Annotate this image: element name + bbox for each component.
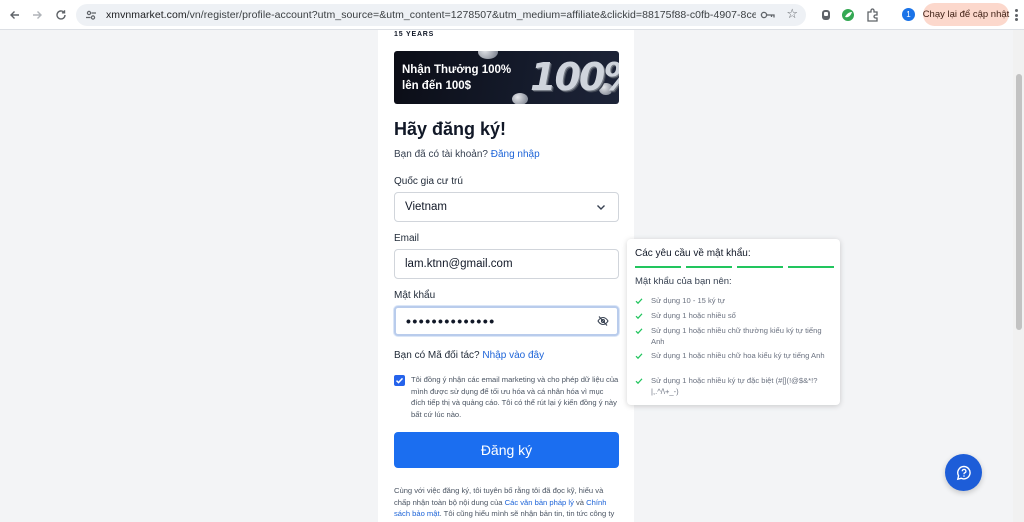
email-field[interactable]: lam.ktnn@gmail.com [394, 249, 619, 279]
update-label: Chạy lại để cập nhật [922, 9, 1010, 20]
scrollbar-thumb[interactable] [1016, 74, 1022, 330]
register-button[interactable]: Đăng ký [394, 432, 619, 468]
have-account-text: Bạn đã có tài khoản? Đăng nhập [394, 149, 540, 160]
legal-docs-link[interactable]: Các văn bản pháp lý [505, 498, 574, 507]
password-requirements-popover: Các yêu cầu về mật khẩu: Mật khẩu của bạ… [627, 239, 840, 405]
years-tag: 15 YEARS [394, 31, 435, 38]
registration-card: 15 YEARS Nhận Thưởng 100% lên đến 100$ 1… [378, 30, 634, 522]
banner-text: Nhận Thưởng 100% lên đến 100$ [402, 62, 522, 94]
password-label: Mật khẩu [394, 290, 436, 301]
chat-question-icon [956, 465, 971, 480]
partner-question: Bạn có Mã đối tác? [394, 350, 480, 361]
url-host: xmvnmarket.com [106, 9, 187, 21]
relaunch-update-button[interactable]: Chạy lại để cập nhật [923, 3, 1009, 26]
requirement-item: Sử dụng 1 hoặc nhiều chữ hoa kiểu ký tự … [635, 351, 835, 362]
site-settings-icon[interactable] [84, 8, 98, 22]
forward-arrow-icon[interactable] [26, 4, 48, 26]
register-button-label: Đăng ký [480, 442, 533, 458]
consent-checkbox[interactable] [394, 375, 405, 386]
address-url: xmvnmarket.com/vn/register/profile-accou… [106, 9, 756, 21]
check-icon [635, 378, 643, 385]
partner-code-row: Bạn có Mã đối tác? Nhập vào đây [394, 350, 544, 361]
requirement-text: Sử dụng 1 hoặc nhiều chữ thường kiểu ký … [651, 326, 822, 346]
check-icon [635, 353, 643, 360]
browser-toolbar: xmvnmarket.com/vn/register/profile-accou… [0, 0, 1024, 30]
check-icon [635, 298, 643, 305]
country-label: Quốc gia cư trú [394, 176, 463, 187]
password-strength-meter [635, 266, 834, 268]
requirement-item: Sử dụng 10 - 15 ký tự [635, 296, 835, 307]
extension-shield-icon[interactable] [818, 7, 834, 23]
profile-avatar[interactable]: 1 [902, 8, 915, 21]
strength-segment [635, 266, 681, 268]
checkmark-icon [395, 377, 404, 384]
strength-segment [788, 266, 834, 268]
requirement-item: Sử dụng 1 hoặc nhiều chữ thường kiểu ký … [635, 326, 835, 347]
requirement-item: Sử dụng 1 hoặc nhiều ký tự đặc biệt (#[]… [635, 376, 835, 397]
requirements-subtitle: Mật khẩu của bạn nên: [635, 276, 732, 287]
strength-segment [686, 266, 732, 268]
coin-decoration-icon [512, 93, 528, 104]
banner-big-number: 100% [530, 55, 619, 99]
login-link[interactable]: Đăng nhập [491, 149, 540, 160]
have-account-label: Bạn đã có tài khoản? [394, 149, 488, 160]
requirement-text: Sử dụng 10 - 15 ký tự [651, 296, 725, 305]
eye-off-icon[interactable] [597, 315, 609, 327]
banner-line-1: Nhận Thưởng 100% [402, 64, 512, 76]
page-background: 15 YEARS Nhận Thưởng 100% lên đến 100$ 1… [0, 30, 1024, 522]
promo-banner[interactable]: Nhận Thưởng 100% lên đến 100$ 100% [394, 51, 619, 104]
strength-segment [737, 266, 783, 268]
partner-code-link[interactable]: Nhập vào đây [482, 350, 544, 361]
chevron-down-icon [597, 205, 605, 210]
browser-menu-icon[interactable] [1012, 7, 1020, 23]
coin-decoration-icon [478, 51, 498, 59]
check-icon [635, 328, 643, 335]
password-key-icon[interactable] [760, 8, 776, 22]
back-arrow-icon[interactable] [4, 4, 26, 26]
consent-text: Tôi đồng ý nhận các email marketing và c… [411, 375, 619, 419]
country-select[interactable]: Vietnam [394, 192, 619, 222]
requirement-text: Sử dụng 1 hoặc nhiều ký tự đặc biệt (#[]… [651, 376, 818, 396]
requirement-text: Sử dụng 1 hoặc nhiều số [651, 311, 736, 320]
extensions-puzzle-icon[interactable] [865, 7, 881, 23]
bookmark-star-icon[interactable]: ☆ [786, 6, 798, 22]
requirement-text: Sử dụng 1 hoặc nhiều chữ hoa kiểu ký tự … [651, 351, 825, 360]
banner-line-2: lên đến 100$ [402, 80, 472, 92]
password-field[interactable]: •••••••••••••• [394, 306, 619, 336]
email-label: Email [394, 233, 420, 244]
profile-badge: 1 [906, 10, 911, 19]
reload-icon[interactable] [50, 4, 72, 26]
legal-text: Cùng với việc đăng ký, tôi tuyên bố rằng… [394, 485, 619, 522]
page-title: Hãy đăng ký! [394, 119, 507, 139]
url-path: /vn/register/profile-account?utm_source=… [186, 9, 756, 21]
password-value: •••••••••••••• [406, 313, 496, 329]
country-value: Vietnam [405, 201, 447, 213]
email-value: lam.ktnn@gmail.com [405, 258, 513, 270]
requirement-item: Sử dụng 1 hoặc nhiều số [635, 311, 835, 322]
extension-leaf-icon[interactable] [840, 7, 856, 23]
address-bar[interactable]: xmvnmarket.com/vn/register/profile-accou… [76, 4, 806, 26]
check-icon [635, 313, 643, 320]
requirements-title: Các yêu cầu về mật khẩu: [635, 248, 751, 259]
support-chat-button[interactable] [945, 454, 982, 491]
legal-text-and: và [576, 497, 585, 507]
